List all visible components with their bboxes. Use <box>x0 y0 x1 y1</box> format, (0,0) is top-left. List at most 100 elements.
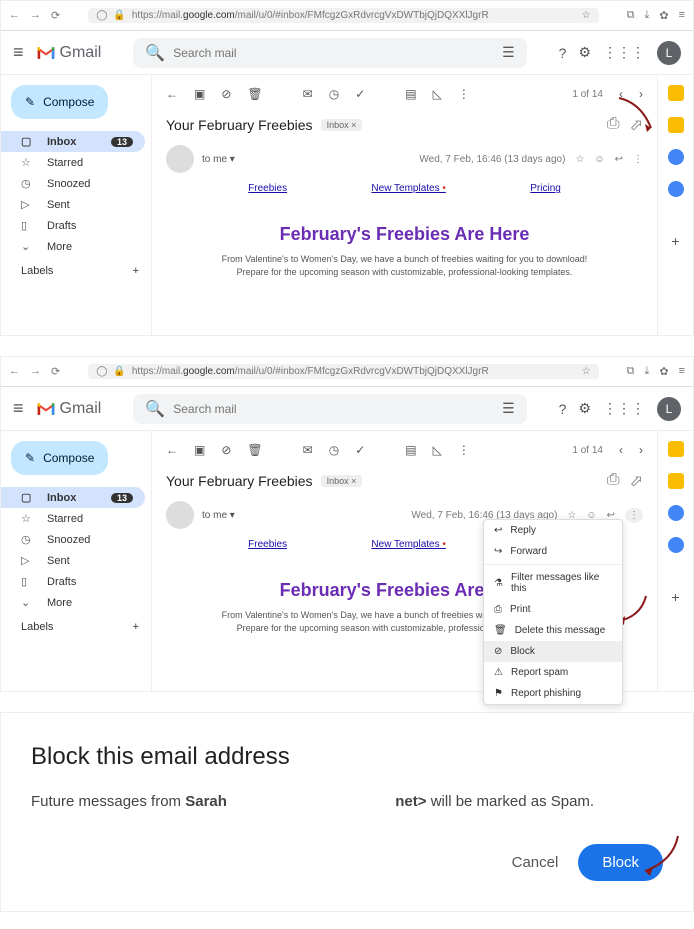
menu-phishing[interactable]: ⚑Report phishing <box>484 683 622 704</box>
extensions-icon[interactable]: ✿ <box>659 9 668 22</box>
menu-delete[interactable]: 🗑Delete this message <box>484 620 622 641</box>
tune-icon[interactable]: ☰ <box>502 400 515 417</box>
nav-forward-icon[interactable]: → <box>30 365 41 378</box>
settings-icon[interactable]: ⚙ <box>578 44 591 61</box>
gmail-logo[interactable]: Gmail <box>36 44 102 62</box>
link-freebies[interactable]: Freebies <box>248 539 287 550</box>
mark-unread-icon[interactable]: ✉ <box>303 87 313 101</box>
snooze-icon[interactable]: ◷ <box>329 443 339 457</box>
next-icon[interactable]: › <box>639 443 643 457</box>
sidebar-item-more[interactable]: ⌄More <box>1 592 145 613</box>
emoji-react-icon[interactable]: ☺ <box>594 154 604 165</box>
sidebar-item-drafts[interactable]: ▯Drafts <box>1 571 145 592</box>
main-menu-icon[interactable]: ≡ <box>13 42 24 63</box>
star-icon[interactable]: ☆ <box>582 366 591 377</box>
download-icon[interactable]: ⤓ <box>644 9 649 22</box>
tasks-icon[interactable] <box>668 149 684 165</box>
add-addon-icon[interactable]: + <box>671 589 679 605</box>
keep-icon[interactable] <box>668 473 684 489</box>
add-task-icon[interactable]: ✓ <box>355 87 365 101</box>
menu-spam[interactable]: ⚠Report spam <box>484 662 622 683</box>
search-input[interactable] <box>173 46 494 60</box>
search-input[interactable] <box>173 402 494 416</box>
back-icon[interactable]: ← <box>166 87 178 101</box>
prev-icon[interactable]: ‹ <box>619 87 623 101</box>
link-templates[interactable]: New Templates • <box>371 539 445 550</box>
move-icon[interactable]: ▤ <box>405 87 416 101</box>
delete-icon[interactable]: 🗑 <box>247 87 262 101</box>
menu-forward[interactable]: ↪Forward <box>484 541 622 562</box>
pocket-icon[interactable]: ⧉ <box>627 9 635 22</box>
sidebar-item-snoozed[interactable]: ◷Snoozed <box>1 173 145 194</box>
nav-forward-icon[interactable]: → <box>30 9 41 22</box>
archive-icon[interactable]: ▣ <box>194 87 205 101</box>
tasks-icon[interactable] <box>668 505 684 521</box>
reply-icon[interactable]: ↩ <box>615 154 623 165</box>
settings-icon[interactable]: ⚙ <box>578 400 591 417</box>
pocket-icon[interactable]: ⧉ <box>627 365 635 378</box>
archive-icon[interactable]: ▣ <box>194 443 205 457</box>
add-label-icon[interactable]: + <box>133 621 139 633</box>
move-icon[interactable]: ▤ <box>405 443 416 457</box>
menu-print[interactable]: ⎙Print <box>484 599 622 620</box>
sidebar-item-snoozed[interactable]: ◷Snoozed <box>1 529 145 550</box>
block-button[interactable]: Block <box>578 844 663 881</box>
to-field[interactable]: to me ▾ <box>202 154 235 165</box>
main-menu-icon[interactable]: ≡ <box>13 398 24 419</box>
nav-back-icon[interactable]: ← <box>9 9 20 22</box>
sidebar-item-starred[interactable]: ☆Starred <box>1 508 145 529</box>
calendar-icon[interactable] <box>668 85 684 101</box>
contacts-icon[interactable] <box>668 537 684 553</box>
report-spam-icon[interactable]: ⊘ <box>221 443 231 457</box>
label-icon[interactable]: ◺ <box>433 87 442 101</box>
message-more-icon[interactable]: ⋮ <box>625 508 643 523</box>
print-icon[interactable]: ⎙ <box>607 115 620 135</box>
compose-button[interactable]: ✎ Compose <box>11 441 108 475</box>
account-avatar[interactable]: L <box>657 41 681 65</box>
add-label-icon[interactable]: + <box>133 265 139 277</box>
prev-icon[interactable]: ‹ <box>619 443 623 457</box>
keep-icon[interactable] <box>668 117 684 133</box>
mark-unread-icon[interactable]: ✉ <box>303 443 313 457</box>
to-field[interactable]: to me ▾ <box>202 510 235 521</box>
open-new-icon[interactable]: ⬀ <box>630 471 643 491</box>
snooze-icon[interactable]: ◷ <box>329 87 339 101</box>
help-icon[interactable]: ? <box>559 45 567 61</box>
apps-icon[interactable]: ⋮⋮⋮ <box>603 400 645 417</box>
add-addon-icon[interactable]: + <box>671 233 679 249</box>
apps-icon[interactable]: ⋮⋮⋮ <box>603 44 645 61</box>
label-icon[interactable]: ◺ <box>433 443 442 457</box>
back-icon[interactable]: ← <box>166 443 178 457</box>
inbox-chip[interactable]: Inbox × <box>321 119 363 131</box>
sidebar-item-sent[interactable]: ▷Sent <box>1 550 145 571</box>
extensions-icon[interactable]: ✿ <box>659 365 668 378</box>
sidebar-item-inbox[interactable]: ▢Inbox 13 <box>1 487 145 508</box>
account-avatar[interactable]: L <box>657 397 681 421</box>
link-pricing[interactable]: Pricing <box>530 183 561 194</box>
tune-icon[interactable]: ☰ <box>502 44 515 61</box>
message-more-icon[interactable]: ⋮ <box>633 154 643 165</box>
print-icon[interactable]: ⎙ <box>607 471 620 491</box>
sidebar-item-more[interactable]: ⌄More <box>1 236 145 257</box>
contacts-icon[interactable] <box>668 181 684 197</box>
search-box[interactable]: 🔍 ☰ <box>133 394 526 424</box>
sidebar-item-inbox[interactable]: ▢Inbox 13 <box>1 131 145 152</box>
url-bar[interactable]: ◯ 🔒 https://mail.google.com/mail/u/0/#in… <box>88 364 598 379</box>
nav-back-icon[interactable]: ← <box>9 365 20 378</box>
nav-reload-icon[interactable]: ⟳ <box>51 9 60 22</box>
cancel-button[interactable]: Cancel <box>512 854 559 871</box>
open-new-icon[interactable]: ⬀ <box>630 115 643 135</box>
browser-menu-icon[interactable]: ≡ <box>679 365 685 378</box>
menu-reply[interactable]: ↩Reply <box>484 520 622 541</box>
sidebar-item-sent[interactable]: ▷Sent <box>1 194 145 215</box>
link-freebies[interactable]: Freebies <box>248 183 287 194</box>
calendar-icon[interactable] <box>668 441 684 457</box>
browser-menu-icon[interactable]: ≡ <box>679 9 685 22</box>
gmail-logo[interactable]: Gmail <box>36 400 102 418</box>
sidebar-item-starred[interactable]: ☆Starred <box>1 152 145 173</box>
more-toolbar-icon[interactable]: ⋮ <box>458 443 470 457</box>
delete-icon[interactable]: 🗑 <box>247 443 262 457</box>
menu-filter[interactable]: ⚗Filter messages like this <box>484 567 622 599</box>
star-message-icon[interactable]: ☆ <box>575 154 584 165</box>
report-spam-icon[interactable]: ⊘ <box>221 87 231 101</box>
